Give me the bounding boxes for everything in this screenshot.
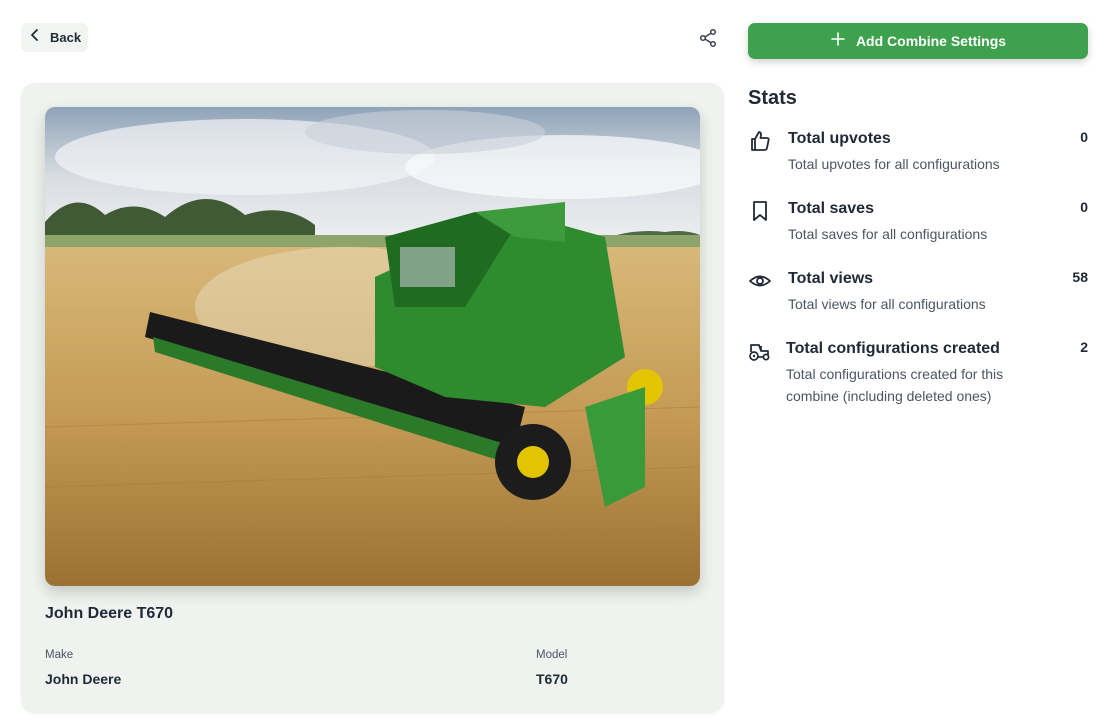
stat-desc: Total saves for all configurations — [788, 226, 988, 242]
stat-desc: Total views for all configurations — [788, 296, 986, 312]
stat-total-views: Total views Total views for all configur… — [748, 269, 1088, 319]
eye-icon — [748, 269, 772, 293]
stat-value: 0 — [1080, 199, 1088, 215]
stat-value: 0 — [1080, 129, 1088, 145]
share-icon[interactable] — [698, 28, 718, 48]
stat-total-upvotes: Total upvotes Total upvotes for all conf… — [748, 129, 1088, 179]
stat-name: Total configurations created — [786, 340, 1000, 357]
stat-name: Total upvotes — [788, 130, 891, 147]
combine-detail-page: Back John Deere T670 Make John Deere Mod… — [0, 0, 1120, 724]
add-combine-settings-button[interactable]: Add Combine Settings — [748, 23, 1088, 59]
chevron-left-icon — [28, 28, 42, 47]
thumbs-up-icon — [748, 129, 772, 153]
back-button[interactable]: Back — [21, 23, 88, 52]
stat-value: 58 — [1072, 269, 1088, 285]
make-label: Make — [45, 649, 74, 661]
stat-desc: Total upvotes for all configurations — [788, 156, 1000, 172]
make-value: John Deere — [45, 671, 122, 687]
bookmark-icon — [748, 199, 772, 223]
model-label: Model — [536, 649, 568, 661]
stat-value: 2 — [1080, 339, 1088, 355]
stat-desc: Total configurations created for this co… — [786, 366, 1004, 404]
stats-title: Stats — [748, 87, 797, 109]
combine-photo — [45, 107, 700, 586]
model-value: T670 — [536, 671, 568, 687]
plus-icon — [830, 31, 846, 52]
combine-title: John Deere T670 — [45, 605, 174, 622]
add-combine-settings-label: Add Combine Settings — [855, 33, 1007, 49]
back-label: Back — [50, 30, 82, 45]
combine-card: John Deere T670 Make John Deere Model T6… — [21, 83, 724, 713]
stat-total-saves: Total saves Total saves for all configur… — [748, 199, 1088, 249]
tractor-icon — [748, 339, 772, 363]
stat-name: Total saves — [788, 200, 874, 217]
stat-total-configurations: Total configurations created Total confi… — [748, 339, 1088, 411]
stat-name: Total views — [788, 270, 874, 287]
